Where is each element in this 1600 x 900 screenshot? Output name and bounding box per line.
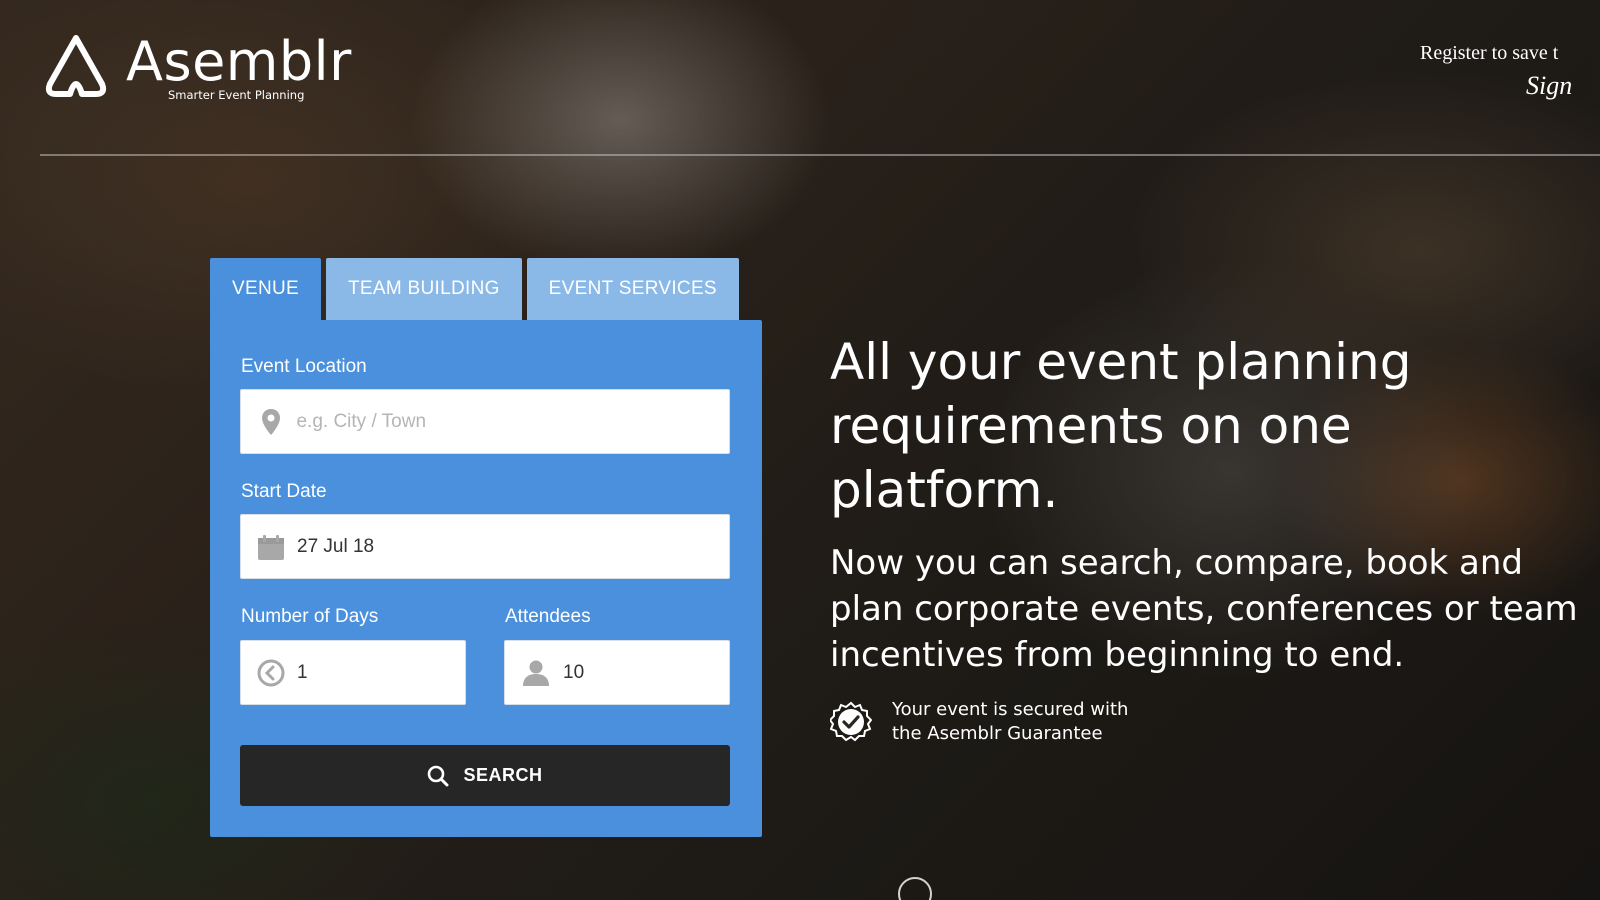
- number-of-days-input[interactable]: [297, 661, 465, 684]
- map-pin-icon: [257, 407, 284, 437]
- hero-subtitle: Now you can search, compare, book and pl…: [830, 543, 1578, 675]
- search-button-label: SEARCH: [463, 765, 543, 785]
- attendees-label: Attendees: [505, 606, 591, 627]
- brand-logo[interactable]: Asemblr Smarter Event Planning: [40, 32, 352, 102]
- tab-team-building[interactable]: TEAM BUILDING: [325, 258, 522, 320]
- header-account: Register to save t Sign: [1410, 42, 1600, 101]
- verified-badge-icon: [830, 701, 872, 742]
- number-of-days-field[interactable]: [240, 640, 466, 705]
- search-icon: [428, 765, 449, 786]
- start-date-field[interactable]: [240, 514, 730, 579]
- person-icon: [521, 658, 551, 688]
- clock-icon: [257, 658, 285, 688]
- number-of-days-label: Number of Days: [241, 606, 379, 627]
- calendar-icon: [257, 532, 285, 562]
- asemblr-logo-icon: [45, 35, 107, 97]
- start-date-label: Start Date: [241, 481, 327, 502]
- search-tabs: VENUE TEAM BUILDING EVENT SERVICES: [210, 258, 744, 320]
- brand-name: Asemblr: [126, 30, 352, 93]
- hero-title: All your event planning requirements on …: [830, 333, 1412, 519]
- event-location-input[interactable]: [296, 410, 729, 433]
- venue-search-panel: Event Location Start Date Number of Days…: [210, 320, 762, 837]
- search-button[interactable]: SEARCH: [240, 745, 730, 806]
- event-location-label: Event Location: [241, 356, 367, 377]
- attendees-input[interactable]: [563, 661, 729, 684]
- attendees-field[interactable]: [504, 640, 730, 705]
- event-location-field[interactable]: [240, 389, 730, 454]
- guarantee-badge: Your event is secured with the Asemblr G…: [830, 698, 1152, 746]
- start-date-input[interactable]: [297, 535, 729, 558]
- guarantee-text: Your event is secured with the Asemblr G…: [892, 699, 1129, 744]
- tab-event-services[interactable]: EVENT SERVICES: [526, 258, 739, 320]
- sign-in-link[interactable]: Sign: [1410, 71, 1600, 101]
- register-text: Register to save t: [1420, 42, 1559, 64]
- header-divider: [40, 154, 1600, 156]
- tab-venue[interactable]: VENUE: [210, 258, 321, 320]
